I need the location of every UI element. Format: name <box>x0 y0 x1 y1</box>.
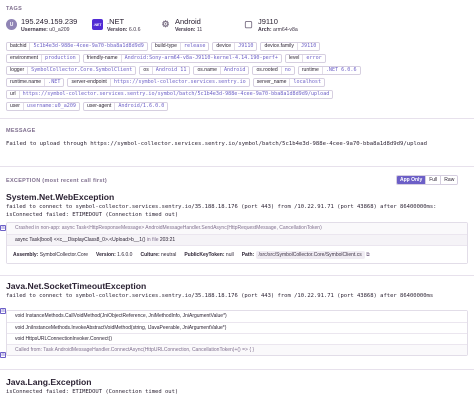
app-only-button[interactable]: App Only <box>397 176 426 184</box>
tags-header: TAGS <box>6 6 23 12</box>
tag-device[interactable]: device J9110 <box>212 42 258 51</box>
device-icon: ▢ <box>243 19 254 30</box>
tag-url[interactable]: url https://symbol-collector.services.sen… <box>6 90 334 99</box>
tag-server-endpoint[interactable]: server-endpoint https://symbol-collector.… <box>67 78 250 87</box>
exception-value: failed to connect to symbol-collector.se… <box>6 293 434 299</box>
os-sub-key: Version: <box>175 27 196 33</box>
device-sub-key: Arch: <box>258 27 272 33</box>
user-sub-key: Username: <box>21 27 48 33</box>
tag-environment[interactable]: environment production <box>6 54 80 63</box>
tag-runtime-name[interactable]: runtime.name .NET <box>6 78 65 87</box>
message-text: Failed to upload through https://symbol-… <box>6 141 427 147</box>
tag-device-family[interactable]: device.family J9110 <box>260 42 321 51</box>
exception-value: isConnected failed: ETIMEDOUT (Connectio… <box>6 389 179 395</box>
tag-user[interactable]: user username:u0_a209 <box>6 102 80 111</box>
frame-row[interactable]: void InstanceMethods.CallVoidMethod(JniO… <box>7 311 467 322</box>
dotnet-icon: .NET <box>92 19 103 30</box>
divider <box>0 118 474 119</box>
tag-logger[interactable]: logger SymbolCollector.Core.SymbolClient <box>6 66 137 75</box>
tag-os-rooted[interactable]: os.rooted no <box>252 66 295 75</box>
os-title: Android <box>175 17 201 26</box>
frame-function: async Task(bool) <<c__DisplayClass8_0>.<… <box>15 237 146 243</box>
message-header: MESSAGE <box>6 128 36 134</box>
android-icon: ⚙ <box>160 19 171 30</box>
exception-header: EXCEPTION (most recent call first) <box>6 178 107 184</box>
runtime-sub-val: 6.0.6 <box>128 27 141 33</box>
tag-user-agent[interactable]: user-agent Android/1.6.0.0 <box>83 102 169 111</box>
frame-context: Assembly: SymbolCollector.Core Version: … <box>7 245 467 263</box>
user-sub-val: u0_a209 <box>49 27 70 33</box>
summary-os[interactable]: ⚙ Android Version: 11 <box>160 17 202 39</box>
device-sub-val: arm64-v8a <box>273 27 298 33</box>
divider <box>0 275 474 276</box>
expand-frames-icon[interactable]: ⊞ <box>0 352 6 358</box>
frame-row[interactable]: void JniInstanceMethods.InvokeAbstractVo… <box>7 322 467 333</box>
summary-user[interactable]: U 195.249.159.239 Username: u0_a209 <box>6 17 77 39</box>
stacktrace-view-toggle: App Only Full Raw <box>396 175 459 185</box>
runtime-sub-key: Version: <box>107 27 128 33</box>
tag-build-type[interactable]: build-type release <box>150 42 210 51</box>
user-ip: 195.249.159.239 <box>21 17 78 26</box>
stacktrace-frames: void InstanceMethods.CallVoidMethod(JniO… <box>6 310 468 356</box>
os-sub-val: 11 <box>196 27 203 33</box>
tag-os[interactable]: os Android 11 <box>139 66 191 75</box>
exception-type: Java.Net.SocketTimeoutException <box>6 281 147 291</box>
summary-runtime[interactable]: .NET .NET Version: 6.0.6 <box>92 17 140 39</box>
frame-in-label: in file <box>146 237 159 243</box>
frame-line-number: 203:21 <box>159 237 176 243</box>
device-title: J9110 <box>258 17 278 26</box>
frame-crashed[interactable]: Crashed in non-app: async Task<HttpRespo… <box>7 223 467 234</box>
frame-path[interactable]: /src/src/SymbolCollector.Core/SymbolClie… <box>255 250 365 259</box>
tag-runtime[interactable]: runtime .NET 6.0.6 <box>297 66 361 75</box>
frame-app[interactable]: async Task(bool) <<c__DisplayClass8_0>.<… <box>7 234 467 245</box>
copy-icon[interactable]: ⧉ <box>366 252 370 258</box>
runtime-title: .NET <box>107 17 125 26</box>
tag-friendly-name[interactable]: friendly-name Android:Sony-arm64-v8a-J911… <box>82 54 282 63</box>
exception-value: failed to connect to symbol-collector.se… <box>6 204 437 218</box>
exception-type: Java.Lang.Exception <box>6 377 92 387</box>
tag-level[interactable]: level error <box>284 54 326 63</box>
full-button[interactable]: Full <box>425 176 441 184</box>
summary-device[interactable]: ▢ J9110 Arch: arm64-v8a <box>243 17 298 39</box>
divider <box>0 166 474 167</box>
tag-list: batchid 5c1b4e3d-988e-4cee-9a70-bba8a1d8d… <box>6 42 396 111</box>
raw-button[interactable]: Raw <box>440 176 458 184</box>
tag-server-name[interactable]: server_name localhost <box>252 78 326 87</box>
tag-os-name[interactable]: os.name Android <box>193 66 250 75</box>
exception-type: System.Net.WebException <box>6 192 115 202</box>
divider <box>0 369 474 370</box>
tag-batchid[interactable]: batchid 5c1b4e3d-988e-4cee-9a70-bba8a1d8d… <box>6 42 148 51</box>
stacktrace-frames: Crashed in non-app: async Task<HttpRespo… <box>6 222 468 264</box>
user-icon: U <box>6 19 17 30</box>
frame-row[interactable]: void HttpsURLConnectionInvoker.Connect() <box>7 333 467 344</box>
frame-called-from[interactable]: Called from: Task AndroidMessageHandler.… <box>7 344 467 355</box>
